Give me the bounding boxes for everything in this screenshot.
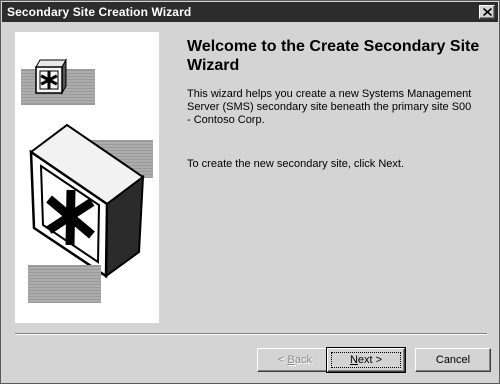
cancel-button[interactable]: Cancel — [415, 348, 491, 372]
wizard-banner-image — [15, 32, 159, 323]
back-button-label: ack — [294, 354, 312, 366]
focus-rectangle — [331, 352, 401, 368]
sms-box-small-icon — [35, 58, 67, 95]
wizard-window: Secondary Site Creation Wizard Welcome t… — [0, 0, 500, 384]
page-title: Welcome to the Create Secondary Site Wiz… — [187, 38, 480, 74]
back-button-prefix: < — [278, 354, 288, 366]
back-button[interactable]: < Back — [257, 348, 333, 372]
next-button[interactable]: Next > — [326, 347, 406, 373]
next-hint-text: To create the new secondary site, click … — [187, 158, 405, 170]
close-icon — [483, 8, 492, 16]
cancel-button-label: Cancel — [435, 354, 471, 366]
back-button-mnemonic: B — [287, 354, 295, 366]
title-bar[interactable]: Secondary Site Creation Wizard — [2, 2, 498, 22]
window-title: Secondary Site Creation Wizard — [7, 5, 192, 19]
close-button[interactable] — [479, 5, 495, 19]
bottom-stripe-panel — [28, 265, 101, 303]
intro-text: This wizard helps you create a new Syste… — [187, 88, 472, 126]
button-separator — [15, 333, 487, 335]
